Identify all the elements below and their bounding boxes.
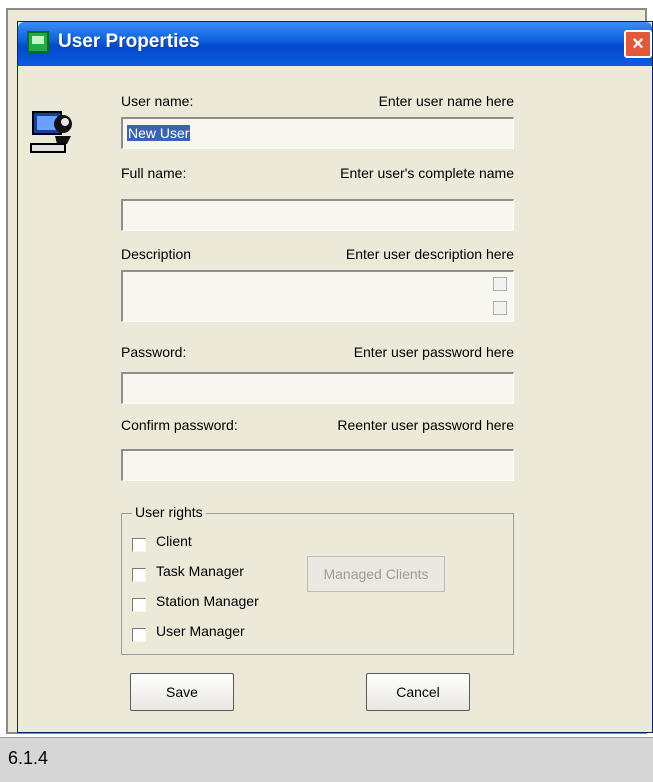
user-name-hint: Enter user name here (378, 93, 514, 109)
scroll-up-icon[interactable] (493, 277, 507, 291)
task-manager-label: Task Manager (156, 563, 244, 579)
full-name-hint: Enter user's complete name (340, 165, 514, 181)
caption-bar: 6.1.4 (0, 737, 653, 782)
user-name-field[interactable]: New User (121, 117, 514, 149)
scroll-down-icon[interactable] (493, 301, 507, 315)
screenshot-frame: User Properties × User name: Enter user … (0, 0, 653, 782)
full-name-label: Full name: (121, 165, 187, 181)
close-icon: × (632, 33, 644, 55)
station-manager-label: Station Manager (156, 593, 259, 609)
title-bar[interactable]: User Properties × (18, 22, 652, 66)
client-checkbox[interactable] (132, 538, 146, 552)
window-title: User Properties (58, 31, 200, 52)
save-button[interactable]: Save (130, 673, 234, 711)
task-manager-checkbox[interactable] (132, 568, 146, 582)
user-name-label: User name: (121, 93, 194, 109)
client-label: Client (156, 533, 192, 549)
password-label: Password: (121, 344, 187, 360)
app-icon (27, 31, 49, 53)
user-manager-label: User Manager (156, 623, 245, 639)
caption-text: 6.1.4 (8, 748, 49, 768)
close-button[interactable]: × (624, 30, 652, 58)
description-field[interactable] (121, 270, 514, 322)
description-hint: Enter user description here (345, 246, 514, 262)
user-name-value: New User (127, 125, 191, 141)
password-field[interactable] (121, 372, 514, 404)
confirm-password-label: Confirm password: (121, 417, 238, 433)
user-rights-legend: User rights (132, 504, 206, 520)
confirm-password-field[interactable] (121, 449, 514, 481)
password-hint: Enter user password here (353, 344, 514, 360)
managed-clients-button[interactable]: Managed Clients (307, 556, 445, 592)
user-computer-icon (30, 111, 72, 153)
cancel-button[interactable]: Cancel (366, 673, 470, 711)
full-name-field[interactable] (121, 199, 514, 231)
user-manager-checkbox[interactable] (132, 628, 146, 642)
confirm-password-hint: Reenter user password here (337, 417, 514, 433)
station-manager-checkbox[interactable] (132, 598, 146, 612)
description-label: Description (121, 246, 192, 262)
